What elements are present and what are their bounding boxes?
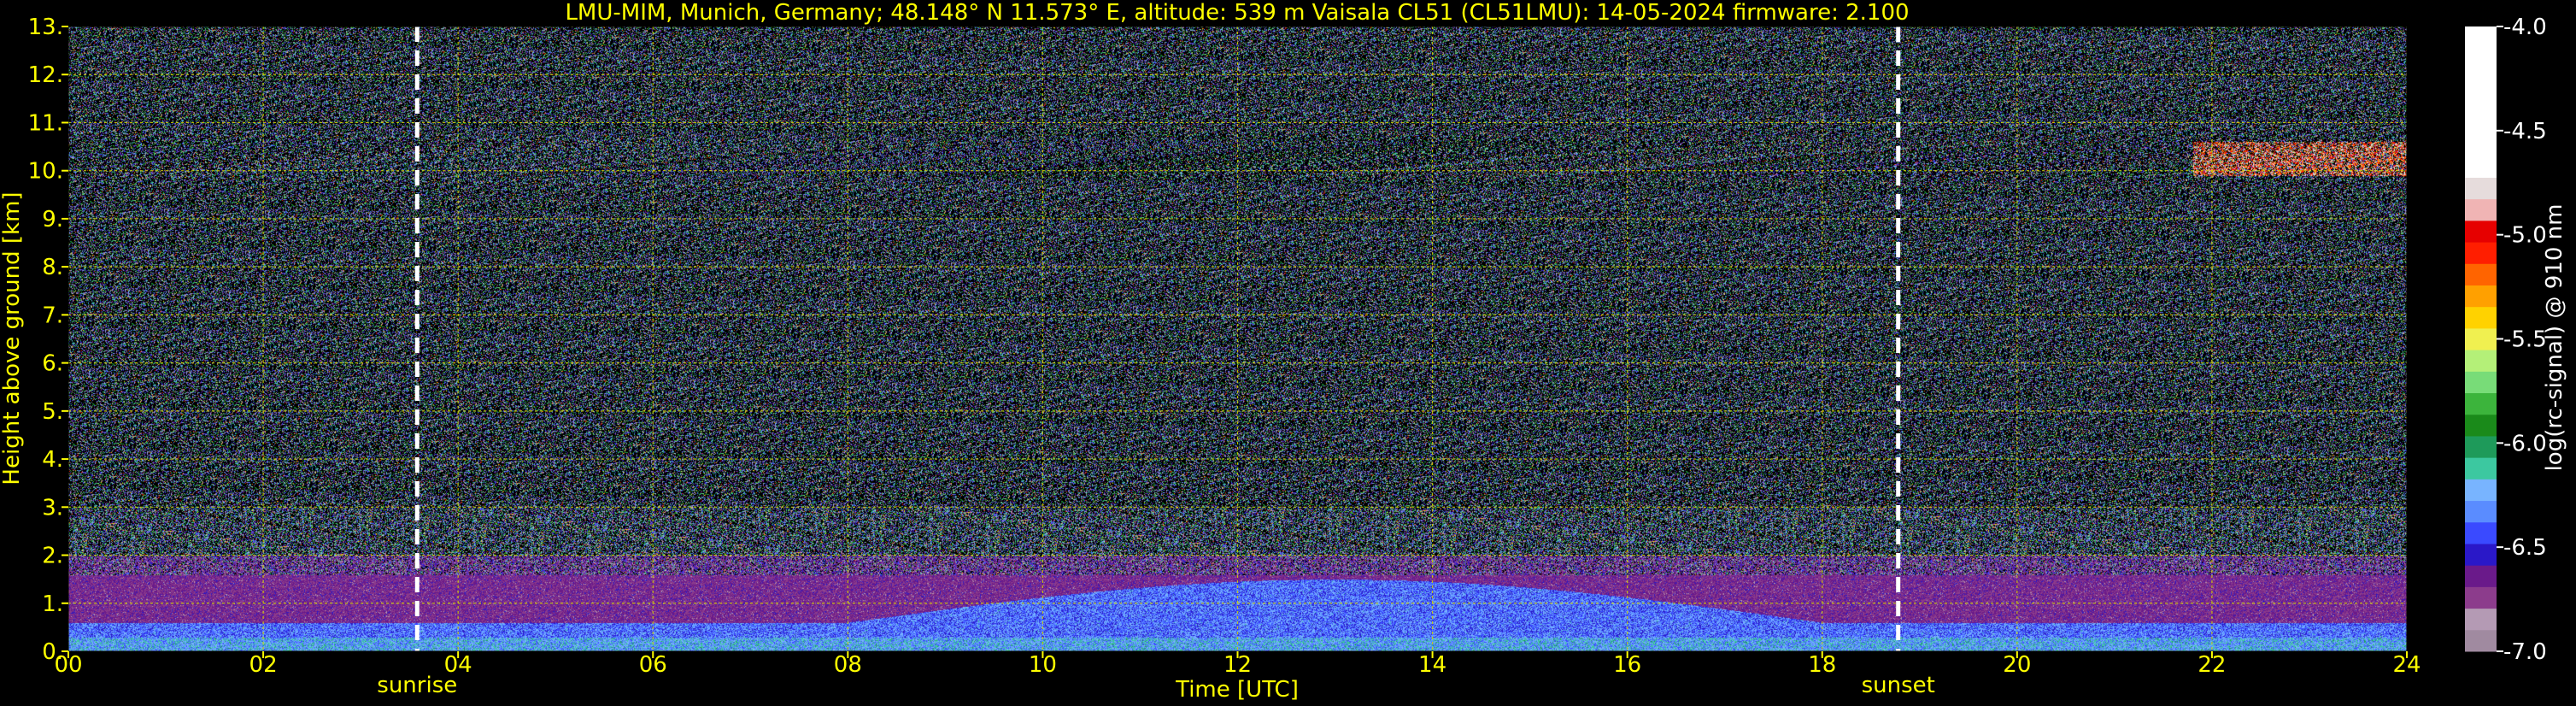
y-tick-label: 8. <box>42 255 63 280</box>
colorbar-swatch <box>2465 177 2497 200</box>
colorbar-swatch <box>2465 26 2497 178</box>
colorbar-swatch <box>2465 220 2497 243</box>
y-tick-label: 7. <box>42 303 63 328</box>
y-tick-label: 6. <box>42 351 63 377</box>
colorbar-swatch <box>2465 350 2497 372</box>
colorbar-tick-label: -5.0 <box>2503 223 2547 249</box>
colorbar-swatch <box>2465 629 2497 652</box>
colorbar-swatch <box>2465 457 2497 479</box>
colorbar-ticks: -7.0 -6.5 -6.0 -5.5 -5.0 -4.5 -4.0 <box>2497 15 2547 665</box>
colorbar-swatch <box>2465 198 2497 221</box>
colorbar-tick-label: -7.0 <box>2503 639 2547 665</box>
colorbar-swatch <box>2465 327 2497 350</box>
colorbar-swatch <box>2465 263 2497 285</box>
x-tick-label: 18 <box>1808 652 1836 678</box>
colorbar-swatch <box>2465 242 2497 264</box>
y-tick-label: 9. <box>42 207 63 232</box>
x-tick-label: 08 <box>834 652 862 678</box>
y-tick-label: 13. <box>28 15 63 40</box>
y-tick-label: 4. <box>42 447 63 473</box>
plot-area <box>68 26 2407 651</box>
x-tick-label: 12 <box>1223 652 1252 678</box>
colorbar-swatch <box>2465 392 2497 415</box>
colorbar-tick-label: -4.5 <box>2503 119 2547 144</box>
x-tick-label: 20 <box>2003 652 2031 678</box>
y-tick-label: 11. <box>28 110 63 136</box>
colorbar-tick-label: -5.5 <box>2503 327 2547 353</box>
x-tick-label: 06 <box>639 652 667 678</box>
colorbar-swatch <box>2465 608 2497 631</box>
colorbar-tick-label: -6.5 <box>2503 535 2547 561</box>
y-axis-ticks: 0. 1. 2. 3. 4. 5. 6. 7. 8. 9. 10. 11. 12. 13. <box>28 15 68 665</box>
colorbar-swatch <box>2465 543 2497 566</box>
colorbar-tick-label: -6.0 <box>2503 431 2547 456</box>
x-tick-label: 16 <box>1613 652 1641 678</box>
colorbar-swatch <box>2465 521 2497 544</box>
colorbar-swatch <box>2465 435 2497 458</box>
colorbar-swatch <box>2465 500 2497 523</box>
colorbar-label: log(rc-signal) @ 910 nm <box>2542 204 2567 472</box>
colorbar-swatch <box>2465 565 2497 587</box>
colorbar-swatch <box>2465 306 2497 329</box>
x-tick-label: 10 <box>1029 652 1057 678</box>
colorbar-tick-label: -4.0 <box>2503 15 2547 40</box>
sun-marker-labels: sunrise sunset <box>377 673 1935 698</box>
y-tick-label: 2. <box>42 544 63 569</box>
colorbar-swatch <box>2465 285 2497 308</box>
y-axis-label: Height above ground [km] <box>0 191 25 485</box>
chart-title: LMU-MIM, Munich, Germany; 48.148° N 11.5… <box>565 0 1909 26</box>
colorbar <box>2465 26 2497 652</box>
sunrise-label: sunrise <box>377 673 457 698</box>
colorbar-swatch <box>2465 371 2497 394</box>
y-tick-label: 12. <box>28 62 63 88</box>
ceilometer-figure: LMU-MIM, Munich, Germany; 48.148° N 11.5… <box>0 0 2567 703</box>
colorbar-swatch <box>2465 479 2497 502</box>
y-tick-label: 0. <box>42 639 63 665</box>
x-tick-label: 22 <box>2198 652 2226 678</box>
x-tick-label: 02 <box>249 652 278 678</box>
x-tick-label: 24 <box>2392 652 2421 678</box>
y-tick-label: 3. <box>42 495 63 521</box>
colorbar-swatch <box>2465 586 2497 609</box>
y-tick-label: 1. <box>42 591 63 617</box>
x-axis-label: Time [UTC] <box>1175 677 1299 703</box>
sunset-label: sunset <box>1862 673 1935 698</box>
x-tick-label: 14 <box>1418 652 1446 678</box>
y-tick-label: 5. <box>42 399 63 425</box>
y-tick-label: 10. <box>28 159 63 185</box>
colorbar-swatch <box>2465 414 2497 437</box>
